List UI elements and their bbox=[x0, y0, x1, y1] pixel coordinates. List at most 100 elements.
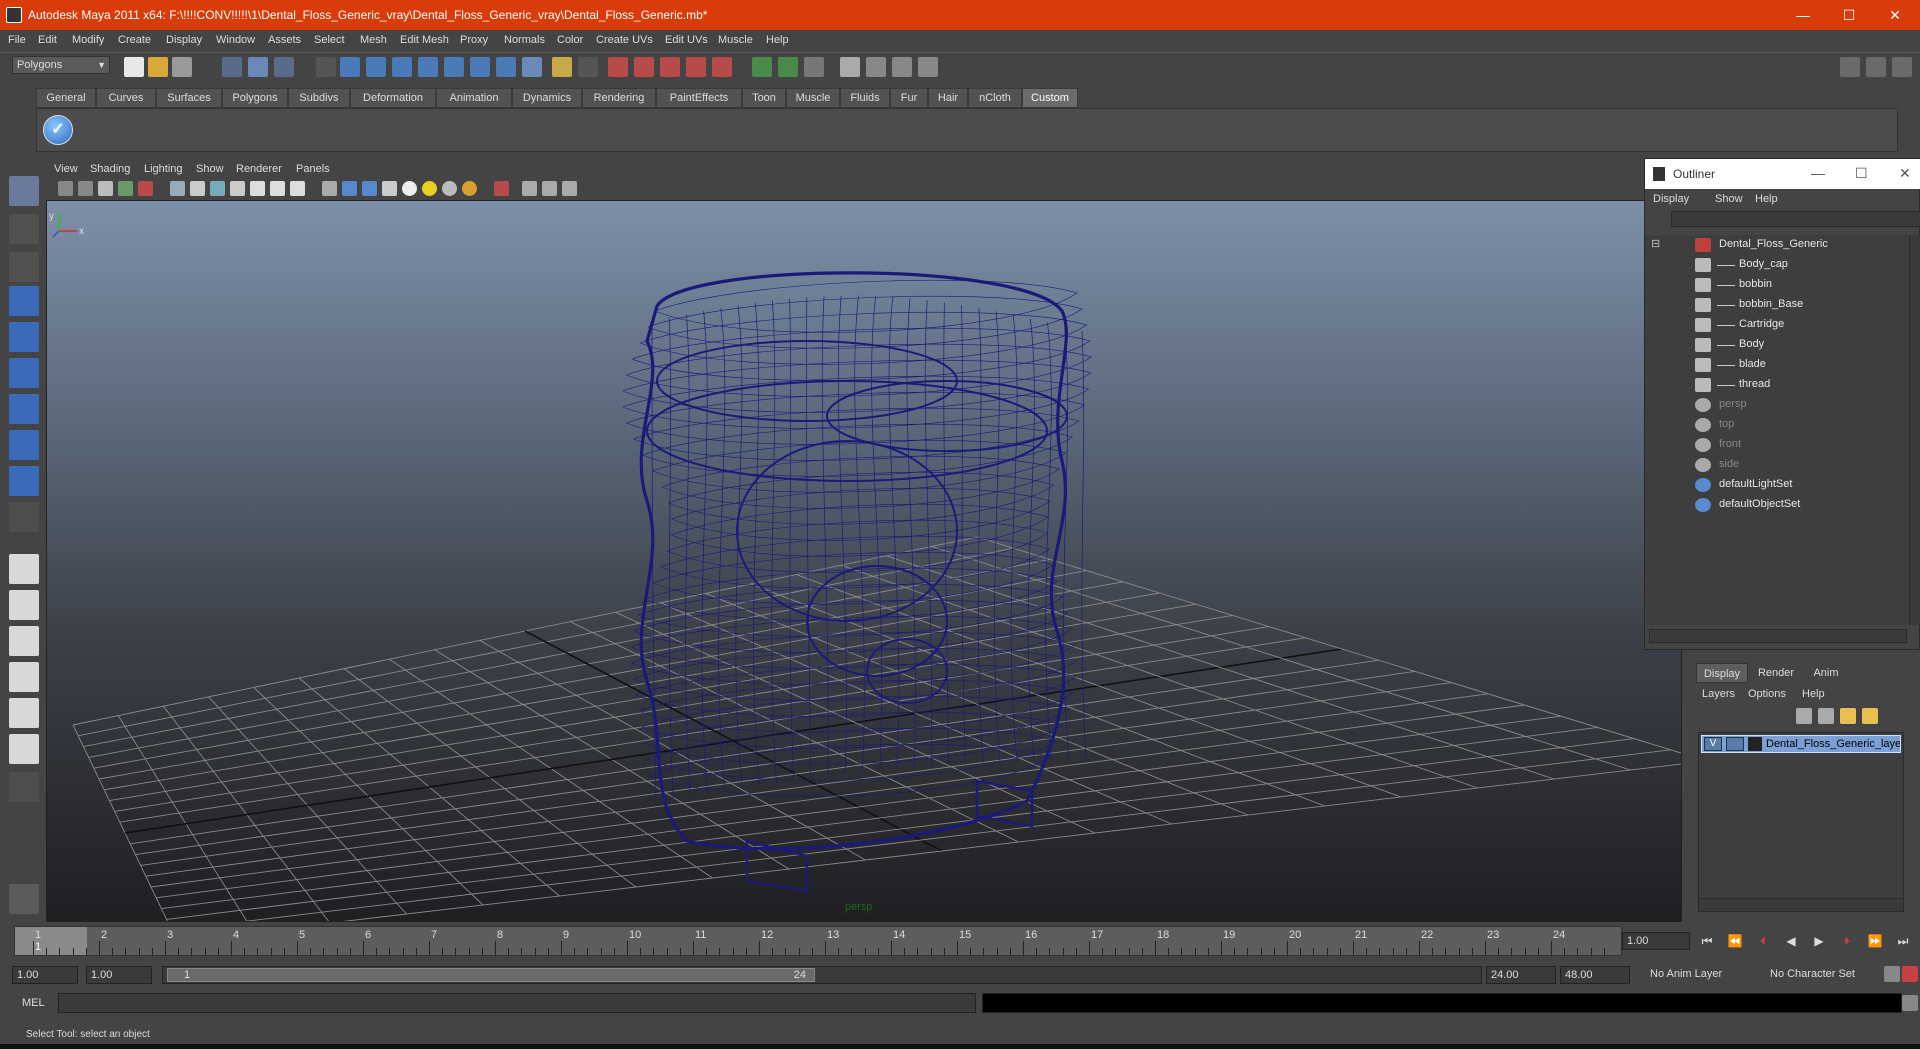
layer-menu-options[interactable]: Options bbox=[1748, 688, 1786, 700]
menu-edit[interactable]: Edit bbox=[38, 34, 57, 46]
menu-create[interactable]: Create bbox=[118, 34, 151, 46]
select-misc-icon[interactable] bbox=[522, 57, 542, 77]
create-layer-from-selected-icon[interactable] bbox=[1862, 708, 1878, 724]
film-gate-icon[interactable] bbox=[190, 181, 205, 196]
rotate-tool-icon[interactable] bbox=[9, 322, 39, 352]
script-editor-icon[interactable] bbox=[1902, 995, 1918, 1011]
lasso-tool-icon[interactable] bbox=[9, 214, 39, 244]
render-view-icon[interactable] bbox=[840, 57, 860, 77]
outliner-item[interactable]: Body_cap bbox=[1645, 255, 1907, 275]
layer-row[interactable]: V Dental_Floss_Generic_layer bbox=[1701, 735, 1901, 753]
shelf-tab-curves[interactable]: Curves bbox=[96, 88, 156, 108]
select-surfaces-icon[interactable] bbox=[418, 57, 438, 77]
snap-view-plane-icon[interactable] bbox=[686, 57, 706, 77]
isolate-select-icon[interactable] bbox=[494, 181, 509, 196]
wireframe-on-shaded-icon[interactable] bbox=[362, 181, 377, 196]
menu-mesh[interactable]: Mesh bbox=[360, 34, 387, 46]
open-scene-icon[interactable] bbox=[148, 57, 168, 77]
shelf-tab-subdivs[interactable]: Subdivs bbox=[288, 88, 350, 108]
save-scene-icon[interactable] bbox=[172, 57, 192, 77]
persp-hypershade-layout-icon[interactable] bbox=[9, 698, 39, 728]
outliner-item[interactable]: side bbox=[1645, 455, 1907, 475]
panel-menu-lighting[interactable]: Lighting bbox=[144, 163, 183, 175]
layer-visibility-toggle[interactable]: V bbox=[1704, 737, 1722, 751]
menu-modify[interactable]: Modify bbox=[72, 34, 104, 46]
snap-curve-icon[interactable] bbox=[634, 57, 654, 77]
lock-selection-icon[interactable] bbox=[552, 57, 572, 77]
select-joints-icon[interactable] bbox=[366, 57, 386, 77]
camera-attributes-icon[interactable] bbox=[78, 181, 93, 196]
outliner-minimize-icon[interactable]: — bbox=[1811, 165, 1825, 181]
outliner-item[interactable]: top bbox=[1645, 415, 1907, 435]
menu-create-uvs[interactable]: Create UVs bbox=[596, 34, 653, 46]
snap-point-icon[interactable] bbox=[660, 57, 680, 77]
menu-muscle[interactable]: Muscle bbox=[718, 34, 753, 46]
output-history-icon[interactable] bbox=[778, 57, 798, 77]
outliner-menu-show[interactable]: Show bbox=[1715, 193, 1743, 205]
menu-edit-uvs[interactable]: Edit UVs bbox=[665, 34, 708, 46]
soft-mod-tool-icon[interactable] bbox=[9, 430, 39, 460]
outliner-vertical-scrollbar[interactable] bbox=[1909, 235, 1920, 625]
dental-floss-wireframe[interactable] bbox=[622, 271, 1092, 893]
outliner-item[interactable]: blade bbox=[1645, 355, 1907, 375]
command-input[interactable] bbox=[58, 993, 976, 1013]
script-language-toggle[interactable]: MEL bbox=[22, 997, 45, 1009]
anim-layer-dropdown[interactable]: No Anim Layer bbox=[1646, 966, 1764, 984]
outliner-item[interactable]: defaultObjectSet bbox=[1645, 495, 1907, 515]
perspective-viewport[interactable]: persp x y bbox=[46, 200, 1682, 922]
outliner-item[interactable]: persp bbox=[1645, 395, 1907, 415]
panel-menu-show[interactable]: Show bbox=[196, 163, 224, 175]
scale-tool-icon[interactable] bbox=[9, 358, 39, 388]
layer-color-swatch[interactable] bbox=[1748, 737, 1762, 751]
step-back-key-icon[interactable]: ⏪ bbox=[1726, 934, 1744, 950]
high-quality-icon[interactable] bbox=[522, 181, 537, 196]
menu-set-select[interactable]: Polygons ▼ bbox=[12, 56, 110, 74]
toggle-attribute-editor-icon[interactable] bbox=[1840, 57, 1860, 77]
outliner-menu-display[interactable]: Display bbox=[1653, 193, 1689, 205]
outliner-item[interactable]: bobbin_Base bbox=[1645, 295, 1907, 315]
shelf-tab-ncloth[interactable]: nCloth bbox=[968, 88, 1022, 108]
select-tool-icon[interactable] bbox=[9, 176, 39, 206]
show-manipulator-icon[interactable] bbox=[9, 466, 39, 496]
step-back-frame-icon[interactable]: ⏴ bbox=[1754, 934, 1772, 950]
character-set-dropdown[interactable]: No Character Set bbox=[1766, 966, 1884, 984]
last-tool-icon[interactable] bbox=[9, 502, 39, 532]
pick-mask-icon[interactable] bbox=[316, 57, 336, 77]
paint-brush-icon[interactable] bbox=[9, 884, 39, 914]
play-forwards-icon[interactable]: ▶ bbox=[1810, 934, 1828, 950]
menu-select[interactable]: Select bbox=[314, 34, 345, 46]
bookmark-icon[interactable] bbox=[98, 181, 113, 196]
play-backwards-icon[interactable]: ◀ bbox=[1782, 934, 1800, 950]
toggle-channel-box-icon[interactable] bbox=[1892, 57, 1912, 77]
safe-title-icon[interactable] bbox=[290, 181, 305, 196]
shelf-tab-custom[interactable]: Custom bbox=[1022, 88, 1078, 108]
outliner-menu-help[interactable]: Help bbox=[1755, 193, 1778, 205]
textured-icon[interactable] bbox=[402, 181, 417, 196]
persp-graph-layout-icon[interactable] bbox=[9, 662, 39, 692]
select-rendering-icon[interactable] bbox=[496, 57, 516, 77]
shelf-tab-animation[interactable]: Animation bbox=[436, 88, 512, 108]
checkmark-icon[interactable]: ✓ bbox=[43, 115, 73, 145]
toggle-tool-settings-icon[interactable] bbox=[1866, 57, 1886, 77]
shelf-tab-dynamics[interactable]: Dynamics bbox=[512, 88, 582, 108]
animation-end-field[interactable]: 48.00 bbox=[1560, 966, 1630, 984]
image-plane-icon[interactable] bbox=[118, 181, 133, 196]
menu-display[interactable]: Display bbox=[166, 34, 202, 46]
panel-menu-shading[interactable]: Shading bbox=[90, 163, 130, 175]
smooth-shade-icon[interactable] bbox=[342, 181, 357, 196]
outliner-item[interactable]: thread bbox=[1645, 375, 1907, 395]
create-empty-layer-icon[interactable] bbox=[1840, 708, 1856, 724]
highlight-selection-icon[interactable] bbox=[578, 57, 598, 77]
animation-preferences-icon[interactable] bbox=[1902, 966, 1918, 982]
select-handles-icon[interactable] bbox=[340, 57, 360, 77]
playback-end-field[interactable]: 24.00 bbox=[1486, 966, 1556, 984]
move-layer-down-icon[interactable] bbox=[1818, 708, 1834, 724]
shelf-tab-fluids[interactable]: Fluids bbox=[840, 88, 890, 108]
paint-select-tool-icon[interactable] bbox=[9, 252, 39, 282]
render-current-frame-icon[interactable] bbox=[866, 57, 886, 77]
playback-start-field[interactable]: 1.00 bbox=[86, 966, 152, 984]
outliner-filter-field[interactable] bbox=[1671, 211, 1920, 227]
safe-action-icon[interactable] bbox=[270, 181, 285, 196]
two-d-pan-zoom-icon[interactable] bbox=[138, 181, 153, 196]
menu-color[interactable]: Color bbox=[557, 34, 583, 46]
